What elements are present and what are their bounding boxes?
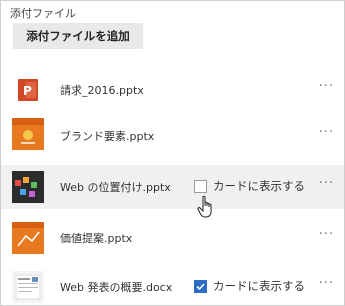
attachment-row-hovered[interactable]: Web の位置付け.pptx カードに表示する ···: [1, 165, 344, 209]
svg-text:P: P: [23, 84, 32, 98]
show-on-card-toggle[interactable]: カードに表示する: [194, 178, 305, 194]
more-options-button[interactable]: ···: [319, 176, 334, 191]
document-thumbnail-icon: [12, 271, 44, 303]
attachment-row[interactable]: Web 発表の概要.docx カードに表示する ···: [1, 265, 344, 305]
slide-thumbnail-icon: [12, 118, 44, 150]
attachment-name[interactable]: Web 発表の概要.docx: [60, 279, 172, 295]
more-options-button[interactable]: ···: [319, 125, 334, 140]
slide-thumbnail-icon: [12, 171, 44, 203]
more-options-button[interactable]: ···: [319, 79, 334, 94]
slide-thumbnail-icon: [12, 222, 44, 254]
attachment-name[interactable]: 価値提案.pptx: [60, 230, 132, 246]
attachments-panel: 添付ファイル 添付ファイルを追加 P 請求_2016.pptx ··· ブランド…: [0, 0, 345, 306]
show-on-card-checkbox[interactable]: [194, 179, 207, 193]
attachment-name[interactable]: ブランド要素.pptx: [60, 128, 154, 144]
powerpoint-icon: P: [12, 74, 44, 106]
attachment-row[interactable]: P 請求_2016.pptx ···: [1, 68, 344, 112]
show-on-card-toggle[interactable]: カードに表示する: [194, 278, 305, 294]
attachment-name[interactable]: Web の位置付け.pptx: [60, 179, 171, 195]
show-on-card-checkbox[interactable]: [194, 279, 207, 293]
attachment-row[interactable]: ブランド要素.pptx ···: [1, 114, 344, 158]
show-on-card-label: カードに表示する: [213, 279, 305, 293]
add-attachment-button[interactable]: 添付ファイルを追加: [13, 23, 143, 49]
section-title: 添付ファイル: [10, 7, 76, 20]
hand-cursor-icon: [197, 195, 217, 223]
checkmark-icon: [196, 282, 205, 290]
more-options-button[interactable]: ···: [319, 276, 334, 291]
show-on-card-label: カードに表示する: [213, 179, 305, 193]
attachment-name[interactable]: 請求_2016.pptx: [60, 82, 144, 98]
attachment-row[interactable]: 価値提案.pptx ···: [1, 216, 344, 260]
more-options-button[interactable]: ···: [319, 227, 334, 242]
